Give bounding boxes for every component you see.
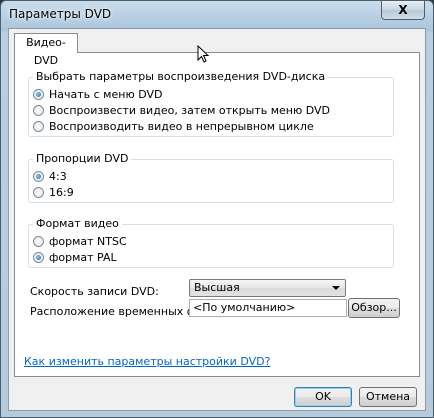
- radio-play-loop[interactable]: Воспроизводить видео в непрерывном цикле: [33, 118, 314, 134]
- chevron-down-icon: [332, 286, 340, 290]
- browse-button[interactable]: Обзор...: [348, 298, 400, 318]
- cancel-button[interactable]: Отмена: [359, 387, 417, 407]
- aspect-ratio-group: Пропорции DVD 4:3 16:9: [28, 152, 394, 203]
- radio-aspect-4-3[interactable]: 4:3: [33, 168, 67, 184]
- burn-speed-label: Скорость записи DVD:: [30, 285, 159, 298]
- dvd-options-window: Параметры DVD X Видео-DVD Выбрать параме…: [0, 0, 434, 418]
- radio-button[interactable]: [33, 186, 44, 198]
- dialog-client-area: Видео-DVD Выбрать параметры воспроизведе…: [8, 28, 426, 411]
- radio-label: Воспроизводить видео в непрерывном цикле: [49, 119, 314, 133]
- radio-format-ntsc[interactable]: формат NTSC: [33, 233, 127, 249]
- video-format-group: Формат видео формат NTSC формат PAL: [28, 217, 394, 268]
- burn-speed-select[interactable]: Высшая: [189, 279, 346, 297]
- radio-play-then-menu[interactable]: Воспроизвести видео, затем открыть меню …: [33, 102, 330, 118]
- radio-button[interactable]: [33, 104, 44, 116]
- close-button[interactable]: X: [381, 1, 425, 20]
- radio-start-with-menu[interactable]: Начать с меню DVD: [33, 86, 162, 102]
- radio-label: 4:3: [49, 169, 67, 183]
- temp-location-value: <По умолчанию>: [193, 301, 296, 314]
- playback-options-group: Выбрать параметры воспроизведения DVD-ди…: [28, 70, 394, 137]
- mouse-pointer-icon: [197, 45, 210, 63]
- radio-button[interactable]: [33, 235, 44, 247]
- title-bar[interactable]: Параметры DVD X: [1, 1, 433, 27]
- cancel-button-label: Отмена: [365, 390, 411, 403]
- ok-button[interactable]: OK: [294, 387, 352, 407]
- group-legend: Выбрать параметры воспроизведения DVD-ди…: [33, 70, 329, 83]
- radio-label: формат PAL: [49, 250, 117, 264]
- browse-button-label: Обзор...: [351, 301, 397, 314]
- group-legend: Формат видео: [33, 217, 122, 230]
- radio-button-selected[interactable]: [33, 251, 44, 263]
- tab-video-dvd[interactable]: Видео-DVD: [14, 33, 78, 67]
- tab-panel: Выбрать параметры воспроизведения DVD-ди…: [14, 52, 420, 377]
- close-icon: X: [398, 3, 408, 17]
- window-title: Параметры DVD: [9, 7, 112, 21]
- temp-location-input[interactable]: <По умолчанию>: [189, 299, 347, 317]
- radio-aspect-16-9[interactable]: 16:9: [33, 184, 74, 200]
- radio-label: Начать с меню DVD: [49, 87, 163, 101]
- help-link[interactable]: Как изменить параметры настройки DVD?: [24, 355, 270, 368]
- radio-button-selected[interactable]: [33, 88, 44, 100]
- radio-format-pal[interactable]: формат PAL: [33, 249, 117, 265]
- radio-label: Воспроизвести видео, затем открыть меню …: [49, 103, 330, 117]
- radio-button-selected[interactable]: [33, 170, 44, 182]
- burn-speed-value: Высшая: [194, 281, 240, 294]
- group-legend: Пропорции DVD: [33, 152, 132, 165]
- radio-label: формат NTSC: [49, 234, 127, 248]
- radio-label: 16:9: [49, 185, 74, 199]
- radio-button[interactable]: [33, 120, 44, 132]
- ok-button-label: OK: [315, 390, 331, 403]
